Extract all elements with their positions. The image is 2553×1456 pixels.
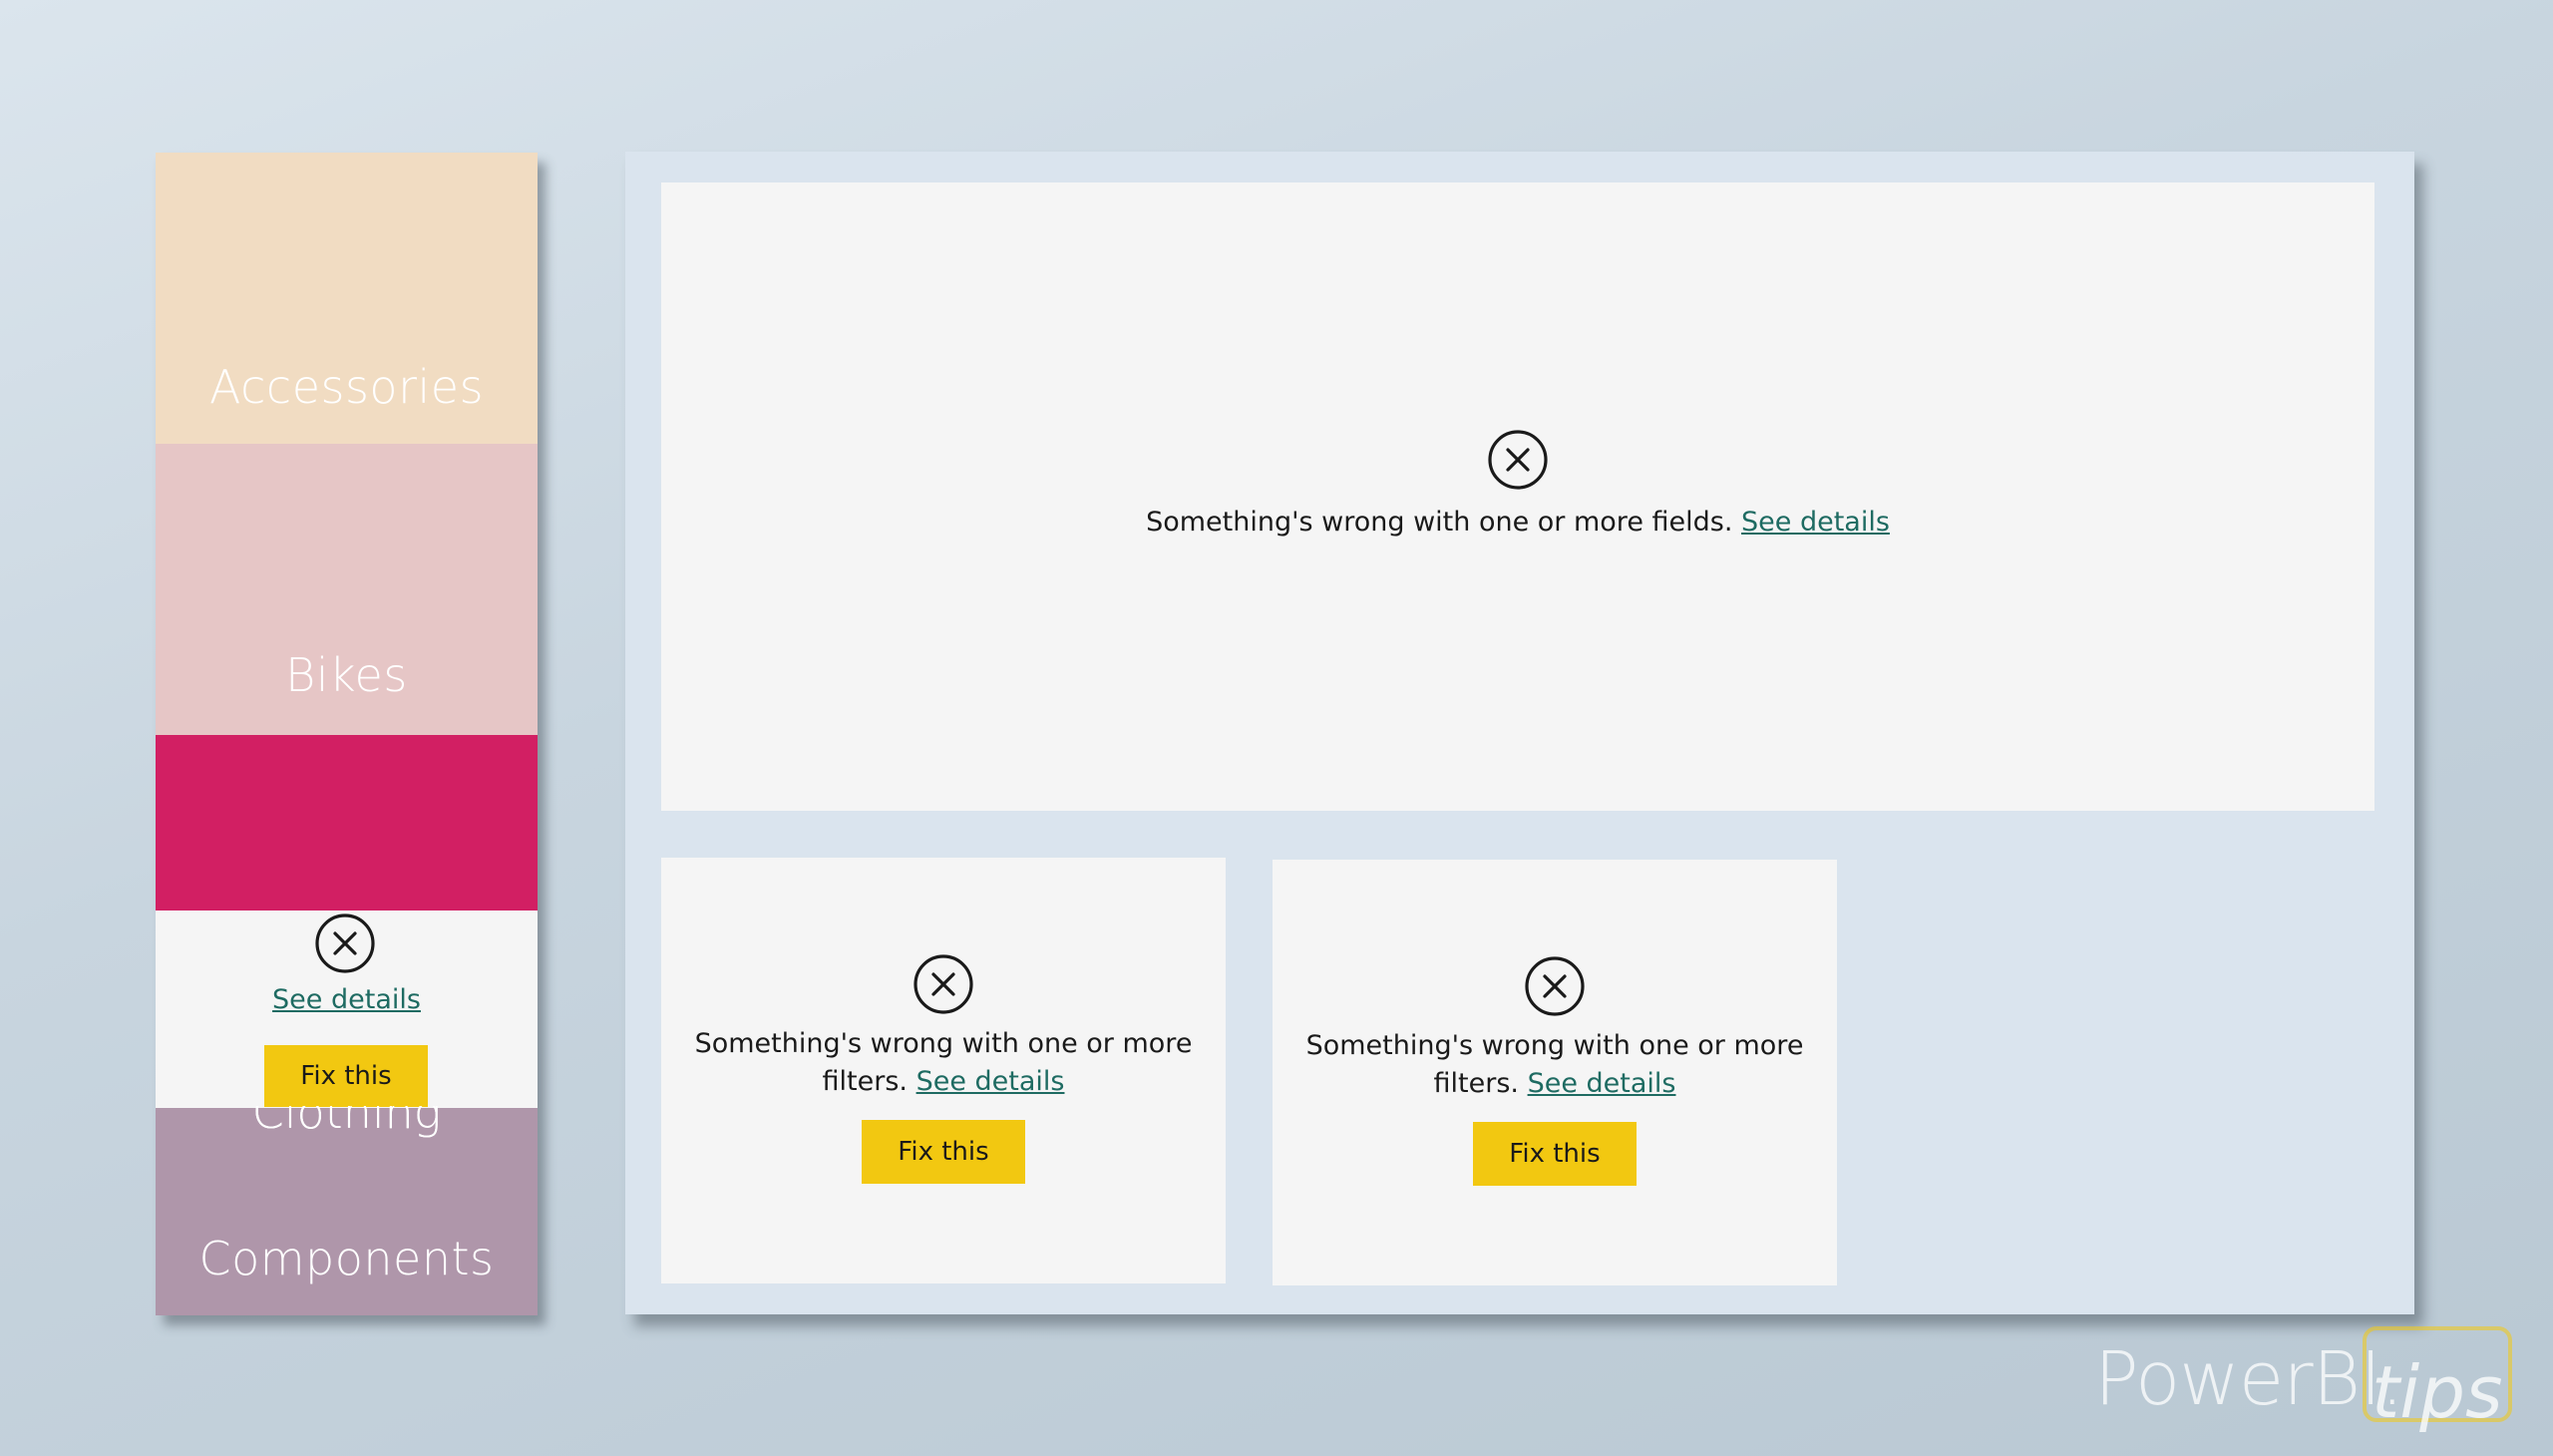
see-details-link[interactable]: See details — [916, 1066, 1065, 1097]
fix-this-button[interactable]: Fix this — [1473, 1122, 1637, 1186]
watermark-suffix: tips — [2371, 1350, 2503, 1434]
error-message-line2: filters. — [1433, 1068, 1519, 1099]
error-message: Something's wrong with one or more field… — [661, 504, 2374, 542]
visual-left-error: Something's wrong with one or more filte… — [661, 858, 1226, 1283]
fix-this-button[interactable]: Fix this — [862, 1120, 1025, 1184]
report-canvas: Something's wrong with one or more field… — [625, 152, 2414, 1314]
category-slicer: Accessories Bikes Components Clothing Se… — [156, 153, 538, 1315]
error-circle-x-icon — [315, 913, 375, 973]
see-details-link[interactable]: See details — [156, 984, 538, 1015]
slicer-item-label: Components — [198, 1232, 495, 1285]
slicer-item-accessories[interactable]: Accessories — [156, 153, 538, 444]
error-message-line1: Something's wrong with one or more — [1305, 1030, 1804, 1061]
see-details-link[interactable]: See details — [1528, 1068, 1676, 1099]
error-circle-x-icon — [1488, 430, 1548, 490]
see-details-link[interactable]: See details — [1741, 507, 1890, 538]
watermark-brand: PowerBI. — [2094, 1336, 2404, 1422]
error-message: Something's wrong with one or more filte… — [661, 1025, 1226, 1101]
error-message-text: Something's wrong with one or more field… — [1146, 507, 1733, 538]
slicer-item-label: Accessories — [208, 360, 485, 414]
clothing-band-top — [156, 888, 538, 910]
error-message-line2: filters. — [822, 1066, 908, 1097]
visual-right-error: Something's wrong with one or more filte… — [1273, 860, 1837, 1285]
fix-this-button[interactable]: Fix this — [264, 1045, 428, 1107]
error-message-line1: Something's wrong with one or more — [694, 1028, 1193, 1059]
error-message: Something's wrong with one or more filte… — [1273, 1027, 1837, 1103]
powerbi-tips-watermark-logo: PowerBI. tips — [2094, 1326, 2533, 1436]
visual-main-error: Something's wrong with one or more field… — [661, 182, 2374, 811]
slicer-item-label: Bikes — [285, 648, 408, 702]
error-circle-x-icon — [913, 954, 973, 1014]
error-circle-x-icon — [1525, 956, 1585, 1016]
